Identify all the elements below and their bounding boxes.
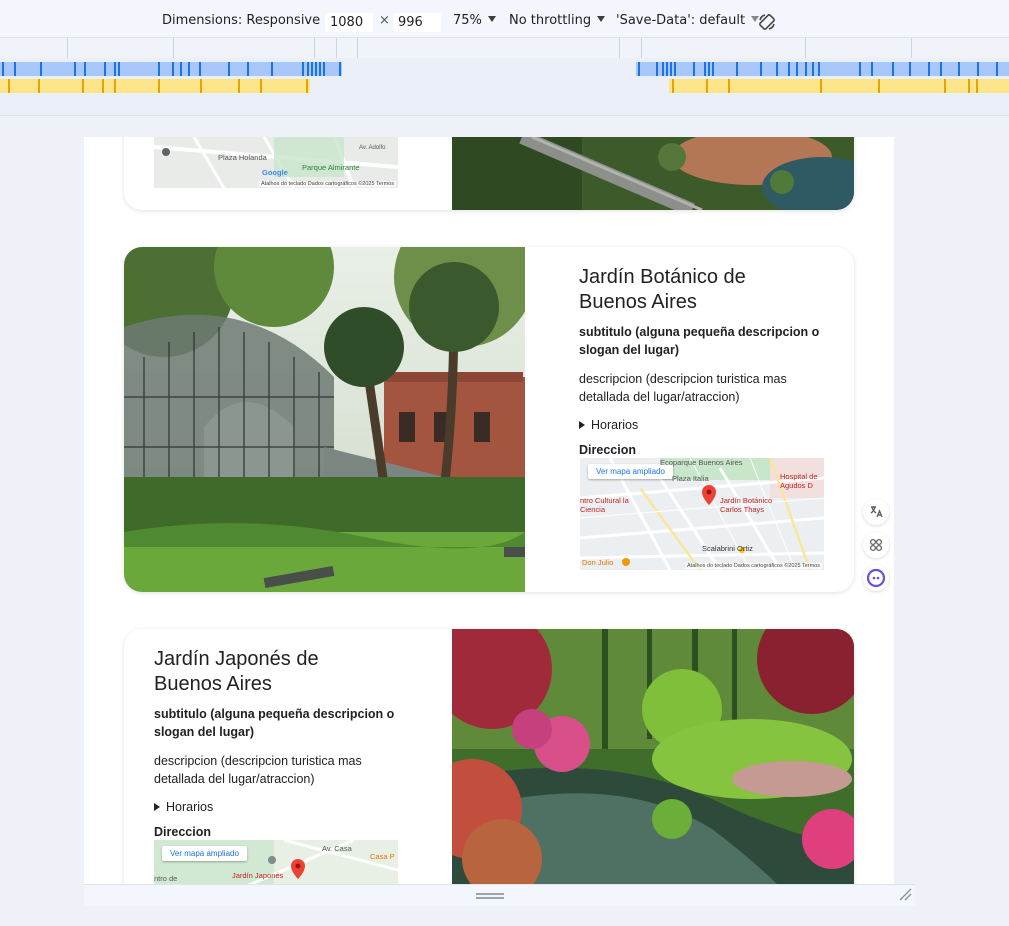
place-info-3: Jardín Japonés de Buenos Aires subtitulo… [154, 647, 404, 839]
apps-icon[interactable] [863, 532, 889, 558]
place-map-3[interactable]: Ver mapa ampliado Av. Casa Casa P Jardín… [154, 840, 398, 884]
place-description: descripcion (descripcion turistica mas d… [154, 754, 362, 786]
min-width-query-bar[interactable] [0, 79, 1009, 93]
map-label: Jardín Japonés [232, 871, 284, 880]
map-label: Av. Casa [322, 844, 352, 853]
height-resize-handle[interactable] [476, 893, 504, 899]
map-label: Hospital de Agudos D [780, 472, 818, 490]
media-query-bars [0, 38, 1009, 116]
map-label: Don Julio [582, 558, 614, 567]
place-subtitle: subtitulo (alguna pequeña descripcion o … [154, 707, 395, 739]
zoom-dropdown[interactable]: 75% [453, 13, 496, 28]
place-title: Jardín Japonés de Buenos Aires [154, 648, 319, 695]
throttling-label: No throttling [509, 13, 592, 28]
dimensions-label: Dimensions: Responsive [162, 13, 321, 28]
height-input[interactable] [393, 13, 441, 32]
place-card-3: Jardín Japonés de Buenos Aires subtitulo… [124, 629, 854, 884]
map-label: Scalabrini Ortiz [702, 544, 753, 553]
place-map-2[interactable]: Ver mapa ampliado Ecoparque Buenos Aires… [580, 458, 824, 570]
address-label: Direccion [579, 443, 636, 457]
map-label: ntro Cultural la Ciencia [580, 496, 629, 514]
place-map-1[interactable]: Plaza Holanda Parque Almirante Av. Adolf… [154, 137, 398, 188]
hours-toggle[interactable]: Horarios [154, 800, 404, 814]
map-label: ntro de [154, 874, 178, 883]
map-label: Jardín Botánico Carlos Thays [720, 496, 773, 514]
chevron-down-icon [487, 16, 496, 22]
map-label: Av. Adolfo [359, 145, 386, 151]
place-info-2: Jardín Botánico de Buenos Aires subtitul… [579, 265, 829, 457]
map-label: Plaza Holanda [218, 153, 267, 162]
map-label: Plaza Italia [672, 474, 709, 483]
disclosure-triangle-icon [579, 421, 585, 429]
times-sign: × [379, 13, 390, 28]
map-label: Ecoparque Buenos Aires [660, 458, 743, 467]
address-label: Direccion [154, 825, 211, 839]
save-data-dropdown[interactable]: 'Save-Data': default [616, 13, 760, 28]
ruler [0, 38, 1009, 58]
max-width-query-bar[interactable] [0, 62, 1009, 76]
place-subtitle: subtitulo (alguna pequeña descripcion o … [579, 325, 820, 357]
hours-label: Horarios [591, 418, 639, 432]
google-logo: Google [262, 168, 288, 177]
place-description: descripcion (descripcion turistica mas d… [579, 372, 787, 404]
resize-corner-icon[interactable] [898, 887, 912, 901]
chevron-down-icon [597, 16, 606, 22]
viewport-gutter [894, 137, 915, 884]
assistant-icon[interactable] [863, 565, 889, 591]
hours-label: Horarios [166, 800, 214, 814]
view-larger-map-link[interactable]: Ver mapa ampliado [162, 846, 247, 861]
map-label: Casa P [370, 852, 395, 861]
place-photo-1 [452, 137, 854, 210]
place-card-1: Plaza Holanda Parque Almirante Av. Adolf… [124, 137, 854, 210]
place-photo-2 [124, 247, 525, 592]
translate-icon[interactable] [863, 499, 889, 525]
page-viewport: Plaza Holanda Parque Almirante Av. Adolf… [84, 137, 894, 884]
dimensions-dropdown[interactable]: Dimensions: Responsive [162, 13, 335, 28]
width-input[interactable] [325, 13, 373, 32]
place-card-2: Jardín Botánico de Buenos Aires subtitul… [124, 247, 854, 592]
map-footer: Atalhos do teclado Dados cartográficos ©… [259, 181, 396, 187]
disclosure-triangle-icon [154, 803, 160, 811]
zoom-label: 75% [453, 13, 482, 28]
map-footer: Atalhos do teclado Dados cartográficos ©… [685, 563, 822, 569]
hours-toggle[interactable]: Horarios [579, 418, 829, 432]
map-label: Parque Almirante [302, 163, 360, 172]
place-title: Jardín Botánico de Buenos Aires [579, 266, 746, 313]
rotate-icon[interactable] [757, 12, 777, 32]
save-data-label: 'Save-Data': default [616, 13, 746, 28]
throttling-dropdown[interactable]: No throttling [509, 13, 606, 28]
device-toolbar: Dimensions: Responsive × 75% No throttli… [0, 0, 1009, 38]
place-photo-3 [452, 629, 854, 884]
